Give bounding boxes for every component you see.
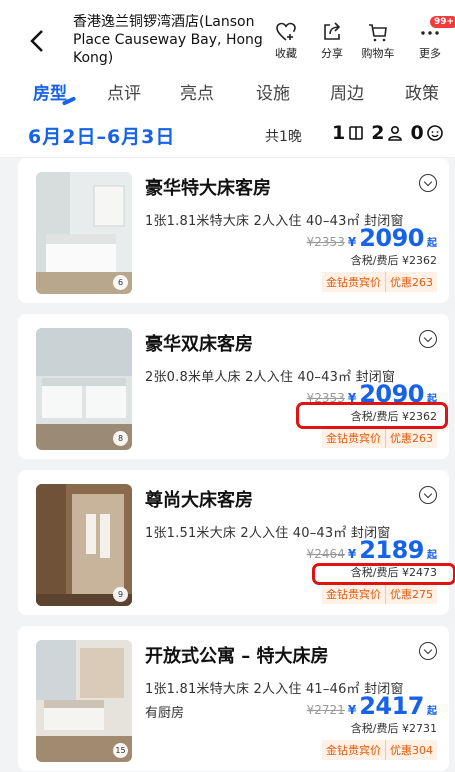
annotation-highlight (312, 563, 455, 585)
promo-tags: 金钻贵宾价 优惠263 (322, 272, 437, 292)
date-guest-bar: 6月2日–6月3日 共1晚 1 2 0 (0, 112, 455, 158)
room-card[interactable]: 15 开放式公寓 – 特大床房 1张1.81米特大床 2人入住 41–46㎡ 封… (18, 626, 449, 771)
currency-symbol: ¥ (347, 703, 357, 717)
current-price: 2090 (359, 224, 424, 252)
favorite-label: 收藏 (275, 47, 297, 60)
hotel-name: 香港逸兰铜锣湾酒店(Lanson Place Causeway Bay, Hon… (73, 14, 263, 66)
discount-tag: 优惠263 (385, 428, 437, 448)
guest-selector[interactable]: 1 2 0 (332, 122, 444, 144)
price-row: ¥2353 ¥ 2090 起 (307, 224, 437, 252)
rooms-count: 1 (332, 122, 346, 144)
favorite-button[interactable]: 收藏 (264, 20, 308, 61)
room-photo[interactable]: 9 (36, 484, 132, 606)
back-button[interactable] (28, 28, 50, 56)
tab-highlights[interactable]: 亮点 (180, 79, 214, 104)
original-price: ¥2721 (306, 703, 345, 717)
nights-count: 共1晚 (265, 129, 302, 145)
discount-tag: 优惠275 (385, 584, 437, 604)
bed-icon (349, 126, 364, 140)
photo-count-badge: 8 (113, 431, 128, 446)
tax-inclusive-price: 含税/费后 ¥2362 (350, 254, 437, 267)
promo-tags: 金钻贵宾价 优惠263 (322, 428, 437, 448)
expand-chevron-icon[interactable] (419, 642, 437, 660)
promo-tags: 金钻贵宾价 优惠304 (322, 740, 437, 760)
tax-inclusive-price: 含税/费后 ¥2731 (350, 722, 437, 735)
discount-tag: 优惠304 (385, 740, 437, 760)
room-name: 开放式公寓 – 特大床房 (145, 646, 329, 667)
currency-symbol: ¥ (347, 547, 357, 561)
more-label: 更多 (419, 47, 441, 60)
children-count: 0 (410, 122, 424, 144)
current-price: 2189 (359, 536, 424, 564)
chevron-left-icon (30, 30, 43, 52)
room-card[interactable]: 9 尊尚大床客房 1张1.51米大床 2人入住 40–43㎡ 封闭窗 ¥2464… (18, 470, 449, 615)
expand-chevron-icon[interactable] (419, 174, 437, 192)
room-name: 尊尚大床客房 (145, 490, 253, 511)
more-button[interactable]: 99+ 更多 (408, 16, 455, 61)
share-label: 分享 (321, 47, 343, 60)
cart-button[interactable]: 购物车 (356, 20, 400, 61)
room-photo[interactable]: 15 (36, 640, 132, 762)
vip-price-tag: 金钻贵宾价 (322, 428, 385, 448)
annotation-highlight (296, 402, 448, 429)
room-name: 豪华特大床客房 (145, 178, 271, 199)
tab-nearby[interactable]: 周边 (330, 79, 364, 104)
price-row: ¥2721 ¥ 2417 起 (307, 692, 437, 720)
price-row: ¥2464 ¥ 2189 起 (307, 536, 437, 564)
notification-badge: 99+ (430, 16, 455, 28)
expand-chevron-icon[interactable] (419, 486, 437, 504)
room-card[interactable]: 8 豪华双床客房 2张0.8米单人床 2人入住 40–43㎡ 封闭窗 ¥2353… (18, 314, 449, 459)
currency-symbol: ¥ (347, 235, 357, 249)
adult-icon (388, 125, 403, 141)
from-suffix: 起 (427, 238, 437, 249)
cart-label: 购物车 (361, 47, 395, 60)
vip-price-tag: 金钻贵宾价 (322, 740, 385, 760)
vip-price-tag: 金钻贵宾价 (322, 584, 385, 604)
section-tabs: 房型 点评 亮点 设施 周边 政策 (0, 74, 455, 112)
vip-price-tag: 金钻贵宾价 (322, 272, 385, 292)
top-header: 香港逸兰铜锣湾酒店(Lanson Place Causeway Bay, Hon… (0, 0, 455, 74)
tab-reviews[interactable]: 点评 (107, 79, 141, 104)
photo-count-badge: 15 (113, 743, 128, 758)
child-icon (426, 125, 443, 141)
discount-tag: 优惠263 (385, 272, 437, 292)
photo-count-badge: 6 (113, 275, 128, 290)
cart-icon (369, 24, 387, 42)
original-price: ¥2353 (306, 235, 345, 249)
date-range[interactable]: 6月2日–6月3日 (28, 122, 175, 149)
room-photo[interactable]: 6 (36, 172, 132, 294)
from-suffix: 起 (427, 706, 437, 717)
room-card[interactable]: 6 豪华特大床客房 1张1.81米特大床 2人入住 40–43㎡ 封闭窗 ¥23… (18, 158, 449, 303)
tab-policies[interactable]: 政策 (405, 79, 439, 104)
from-suffix: 起 (427, 550, 437, 561)
expand-chevron-icon[interactable] (419, 330, 437, 348)
current-price: 2417 (359, 692, 424, 720)
photo-count-badge: 9 (113, 587, 128, 602)
room-photo[interactable]: 8 (36, 328, 132, 450)
share-button[interactable]: 分享 (310, 20, 354, 61)
adults-count: 2 (371, 122, 385, 144)
room-name: 豪华双床客房 (145, 334, 253, 355)
room-feature: 有厨房 (145, 706, 185, 721)
share-icon (324, 22, 341, 40)
promo-tags: 金钻贵宾价 优惠275 (322, 584, 437, 604)
original-price: ¥2464 (306, 547, 345, 561)
heart-icon (276, 22, 296, 41)
tab-room-types[interactable]: 房型 (33, 79, 67, 104)
tab-facilities[interactable]: 设施 (256, 79, 290, 104)
